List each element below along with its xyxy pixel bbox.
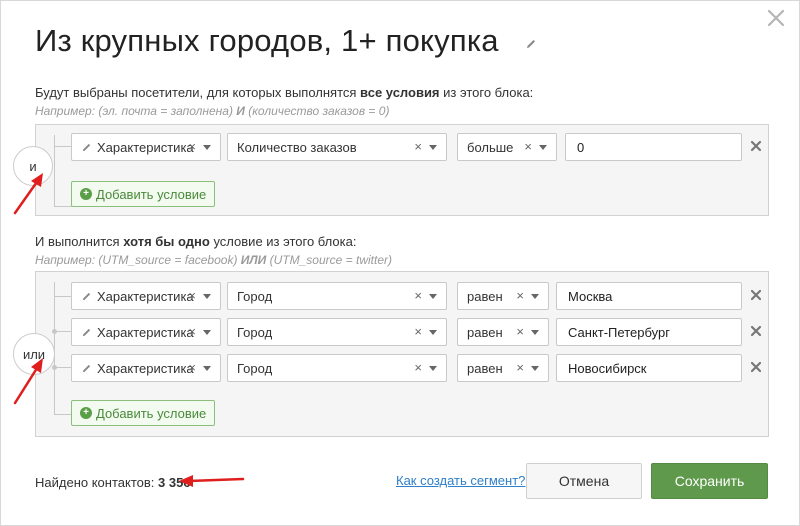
condition-type-select[interactable]: Характеристика ×	[71, 354, 221, 382]
condition-field-select[interactable]: Город ×	[227, 282, 447, 310]
remove-x-icon[interactable]	[749, 324, 763, 338]
connector-dot	[52, 329, 57, 334]
pencil-icon[interactable]	[525, 38, 537, 50]
remove-x-icon[interactable]	[749, 139, 763, 153]
chevron-down-icon[interactable]	[531, 366, 539, 371]
add-condition-button[interactable]: + Добавить условие	[71, 181, 216, 207]
connector-line	[54, 414, 72, 415]
condition-type-select[interactable]: Характеристика ×	[71, 133, 221, 161]
condition-value-input[interactable]: Новосибирск	[556, 354, 742, 382]
clear-icon[interactable]: ×	[188, 139, 196, 154]
condition-operator-select[interactable]: равен ×	[457, 354, 549, 382]
remove-x-icon[interactable]	[749, 360, 763, 374]
condition-operator-select[interactable]: равен ×	[457, 318, 549, 346]
pencil-icon	[82, 143, 91, 151]
connector-line	[54, 146, 72, 147]
condition-field-select[interactable]: Количество заказов ×	[227, 133, 447, 161]
chevron-down-icon[interactable]	[429, 366, 437, 371]
condition-row: Характеристика × Количество заказов × бо…	[71, 133, 763, 161]
clear-icon[interactable]: ×	[516, 324, 524, 339]
clear-icon[interactable]: ×	[188, 288, 196, 303]
save-button[interactable]: Сохранить	[651, 463, 768, 499]
chevron-down-icon[interactable]	[429, 294, 437, 299]
condition-row: Характеристика × Город × равен × Новосиб…	[71, 354, 763, 382]
chevron-down-icon[interactable]	[429, 145, 437, 150]
clear-icon[interactable]: ×	[414, 288, 422, 303]
connector-line	[54, 206, 72, 207]
block1-hint: Например: (эл. почта = заполнена) И (кол…	[35, 104, 390, 118]
condition-block-and: Характеристика × Количество заказов × бо…	[35, 124, 769, 216]
chevron-down-icon[interactable]	[539, 145, 547, 150]
condition-block-or: Характеристика × Город × равен × Москва …	[35, 271, 769, 437]
condition-operator-select[interactable]: больше ×	[457, 133, 557, 161]
chevron-down-icon[interactable]	[203, 294, 211, 299]
block1-description: Будут выбраны посетители, для которых вы…	[35, 85, 534, 100]
segment-dialog: Из крупных городов, 1+ покупка Будут выб…	[0, 0, 800, 526]
condition-row: Характеристика × Город × равен × Санкт-П…	[71, 318, 763, 346]
condition-row: Характеристика × Город × равен × Москва	[71, 282, 763, 310]
help-link[interactable]: Как создать сегмент?	[396, 473, 525, 488]
add-condition-button[interactable]: + Добавить условие	[71, 400, 216, 426]
plus-circle-icon: +	[80, 407, 92, 419]
condition-value-input[interactable]: 0	[565, 133, 742, 161]
clear-icon[interactable]: ×	[516, 288, 524, 303]
chevron-down-icon[interactable]	[531, 330, 539, 335]
condition-field-select[interactable]: Город ×	[227, 354, 447, 382]
chevron-down-icon[interactable]	[203, 366, 211, 371]
condition-value-input[interactable]: Москва	[556, 282, 742, 310]
annotation-arrow	[13, 173, 43, 215]
connector-dot	[52, 365, 57, 370]
block2-hint: Например: (UTM_source = facebook) ИЛИ (U…	[35, 253, 393, 267]
clear-icon[interactable]: ×	[414, 139, 422, 154]
page-title: Из крупных городов, 1+ покупка	[35, 23, 499, 58]
condition-type-select[interactable]: Характеристика ×	[71, 282, 221, 310]
block2-description: И выполнится хотя бы одно условие из это…	[35, 234, 357, 249]
chevron-down-icon[interactable]	[429, 330, 437, 335]
clear-icon[interactable]: ×	[188, 324, 196, 339]
chevron-down-icon[interactable]	[203, 145, 211, 150]
condition-type-select[interactable]: Характеристика ×	[71, 318, 221, 346]
pencil-icon	[82, 364, 91, 372]
annotation-arrow	[13, 358, 43, 405]
chevron-down-icon[interactable]	[531, 294, 539, 299]
clear-icon[interactable]: ×	[524, 139, 532, 154]
pencil-icon	[82, 328, 91, 336]
clear-icon[interactable]: ×	[414, 324, 422, 339]
found-contacts: Найдено контактов: 3 356	[35, 475, 191, 490]
connector-line	[54, 296, 72, 297]
chevron-down-icon[interactable]	[203, 330, 211, 335]
pencil-icon	[82, 292, 91, 300]
condition-operator-select[interactable]: равен ×	[457, 282, 549, 310]
condition-field-select[interactable]: Город ×	[227, 318, 447, 346]
clear-icon[interactable]: ×	[188, 360, 196, 375]
plus-circle-icon: +	[80, 188, 92, 200]
annotation-arrow	[179, 475, 245, 487]
close-icon[interactable]	[765, 7, 787, 29]
cancel-button[interactable]: Отмена	[526, 463, 642, 499]
condition-value-input[interactable]: Санкт-Петербург	[556, 318, 742, 346]
clear-icon[interactable]: ×	[414, 360, 422, 375]
clear-icon[interactable]: ×	[516, 360, 524, 375]
remove-x-icon[interactable]	[749, 288, 763, 302]
